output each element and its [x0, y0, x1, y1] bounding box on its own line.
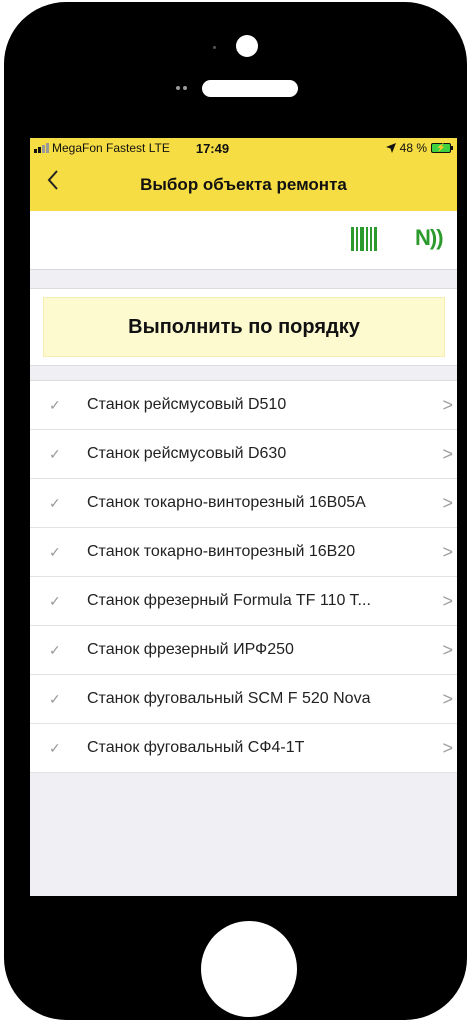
barcode-icon[interactable] [351, 227, 377, 251]
list-item[interactable]: ✓ Станок фуговальный СФ4-1Т > [30, 724, 457, 773]
nfc-icon[interactable]: N)) [415, 225, 444, 251]
checkmark-icon: ✓ [49, 543, 61, 560]
chevron-left-icon [47, 170, 58, 190]
execute-in-order-button[interactable]: Выполнить по порядку [43, 297, 445, 357]
status-right: 48 % ⚡ [385, 141, 453, 155]
list-item[interactable]: ✓ Станок рейсмусовый D510 > [30, 381, 457, 430]
checkmark-icon: ✓ [49, 739, 61, 756]
item-label: Станок рейсмусовый D630 [87, 445, 287, 462]
status-time: 17:49 [195, 140, 230, 156]
list-item[interactable]: ✓ Станок рейсмусовый D630 > [30, 430, 457, 479]
battery-charging-icon: ⚡ [431, 143, 453, 153]
sensor-dot [183, 86, 187, 90]
status-bar: MegaFon Fastest LTE 17:49 48 % ⚡ [30, 138, 457, 158]
location-arrow-icon [385, 143, 396, 153]
chevron-right-icon: > [442, 444, 453, 464]
nav-bar: Выбор объекта ремонта [30, 158, 457, 211]
battery-percent: 48 % [399, 141, 427, 155]
checkmark-icon: ✓ [49, 445, 61, 462]
item-label: Станок фрезерный Formula TF 110 T... [87, 592, 371, 609]
front-camera [236, 35, 258, 57]
action-section: Выполнить по порядку [30, 288, 457, 366]
checkmark-icon: ✓ [49, 690, 61, 707]
page-title: Выбор объекта ремонта [140, 174, 347, 194]
item-label: Станок фуговальный SCM F 520 Nova [87, 690, 371, 707]
earpiece-speaker [202, 80, 298, 97]
back-button[interactable] [46, 166, 76, 198]
chevron-right-icon: > [442, 738, 453, 758]
checkmark-icon: ✓ [49, 494, 61, 511]
signal-strength-icon [34, 143, 49, 153]
equipment-list: ✓ Станок рейсмусовый D510 > ✓ Станок рей… [30, 380, 457, 773]
checkmark-icon: ✓ [49, 592, 61, 609]
item-label: Станок фуговальный СФ4-1Т [87, 739, 305, 756]
item-label: Станок рейсмусовый D510 [87, 396, 287, 413]
proximity-sensor [213, 46, 216, 49]
list-item[interactable]: ✓ Станок фуговальный SCM F 520 Nova > [30, 675, 457, 724]
item-label: Станок токарно-винторезный 16В20 [87, 543, 356, 560]
header: MegaFon Fastest LTE 17:49 48 % ⚡ Выбор о… [30, 138, 457, 211]
sensor-dot [176, 86, 180, 90]
chevron-right-icon: > [442, 542, 453, 562]
list-item[interactable]: ✓ Станок токарно-винторезный 16В20 > [30, 528, 457, 577]
checkmark-icon: ✓ [49, 641, 61, 658]
toolbar: N)) [30, 211, 457, 270]
home-button[interactable] [201, 921, 297, 1017]
checkmark-icon: ✓ [49, 396, 61, 413]
list-item[interactable]: ✓ Станок фрезерный ИРФ250 > [30, 626, 457, 675]
network-type: LTE [148, 141, 170, 155]
item-label: Станок фрезерный ИРФ250 [87, 641, 294, 658]
chevron-right-icon: > [442, 640, 453, 660]
chevron-right-icon: > [442, 591, 453, 611]
list-item[interactable]: ✓ Станок токарно-винторезный 16В05А > [30, 479, 457, 528]
list-item[interactable]: ✓ Станок фрезерный Formula TF 110 T... > [30, 577, 457, 626]
carrier-name: MegaFon Fastest [52, 141, 146, 155]
chevron-right-icon: > [442, 493, 453, 513]
chevron-right-icon: > [442, 689, 453, 709]
item-label: Станок токарно-винторезный 16В05А [87, 494, 366, 511]
chevron-right-icon: > [442, 395, 453, 415]
app-screen: MegaFon Fastest LTE 17:49 48 % ⚡ Выбор о… [30, 138, 457, 896]
